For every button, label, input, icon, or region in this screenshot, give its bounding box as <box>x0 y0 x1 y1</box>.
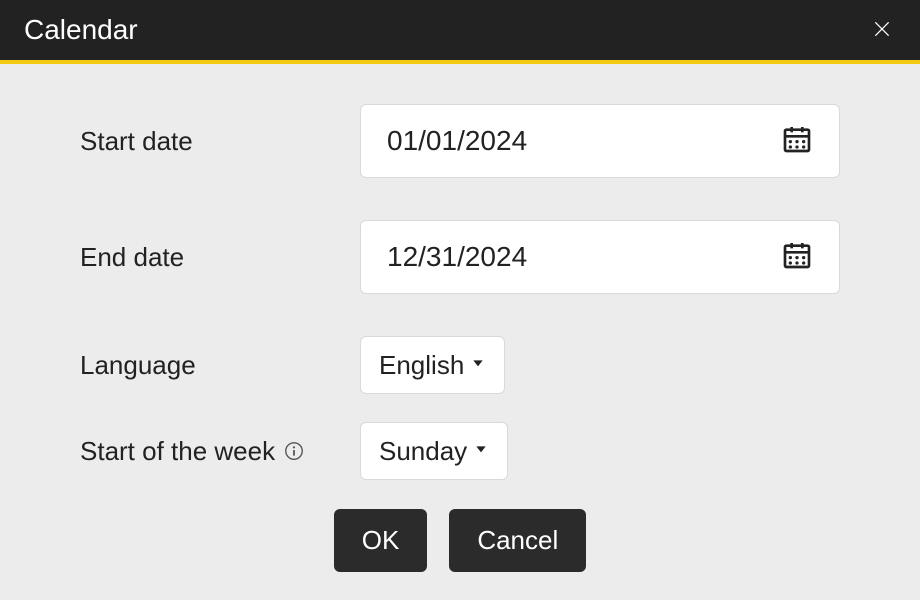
end-date-label: End date <box>80 242 360 273</box>
start-week-value: Sunday <box>379 436 467 467</box>
language-value: English <box>379 350 464 381</box>
end-date-row: End date 12/31/2024 <box>80 220 840 294</box>
start-date-row: Start date 01/01/2024 <box>80 104 840 178</box>
language-select[interactable]: English <box>360 336 505 394</box>
start-week-label: Start of the week <box>80 436 360 467</box>
calendar-icon[interactable] <box>781 123 813 160</box>
start-date-value: 01/01/2024 <box>387 125 527 157</box>
start-date-input[interactable]: 01/01/2024 <box>360 104 840 178</box>
info-icon[interactable] <box>283 440 305 462</box>
start-date-label: Start date <box>80 126 360 157</box>
cancel-button[interactable]: Cancel <box>449 509 586 572</box>
end-date-input[interactable]: 12/31/2024 <box>360 220 840 294</box>
start-week-label-text: Start of the week <box>80 436 275 467</box>
close-icon <box>872 27 892 42</box>
ok-button[interactable]: OK <box>334 509 428 572</box>
language-label: Language <box>80 350 360 381</box>
dialog-title: Calendar <box>24 14 138 46</box>
start-week-row: Start of the week Sunday <box>80 422 840 480</box>
dialog-footer: OK Cancel <box>0 509 920 572</box>
caret-down-icon <box>470 355 486 376</box>
start-week-select[interactable]: Sunday <box>360 422 508 480</box>
form-area: Start date 01/01/2024 End date 12/31/202… <box>0 64 920 480</box>
caret-down-icon <box>473 441 489 462</box>
close-button[interactable] <box>868 15 896 46</box>
titlebar: Calendar <box>0 0 920 60</box>
end-date-value: 12/31/2024 <box>387 241 527 273</box>
calendar-icon[interactable] <box>781 239 813 276</box>
language-row: Language English <box>80 336 840 394</box>
